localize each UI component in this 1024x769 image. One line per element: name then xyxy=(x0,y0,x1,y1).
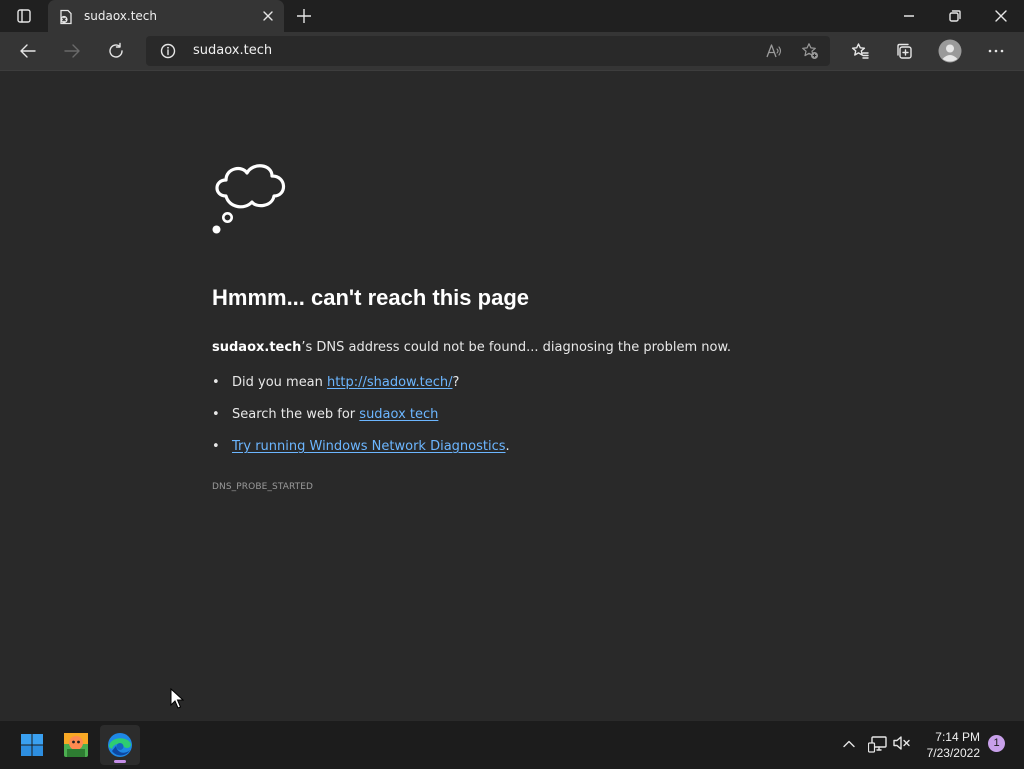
back-icon xyxy=(20,44,36,58)
clock-time: 7:14 PM xyxy=(935,730,980,744)
error-summary-text: ’s DNS address could not be found... dia… xyxy=(301,340,732,355)
start-button[interactable] xyxy=(12,725,52,765)
close-icon xyxy=(995,10,1007,22)
profile-icon xyxy=(938,39,962,63)
profile-button[interactable] xyxy=(936,37,964,65)
suggestion-item: Try running Windows Network Diagnostics. xyxy=(212,438,510,470)
network-button[interactable] xyxy=(868,735,888,753)
tab-actions-button[interactable] xyxy=(10,6,38,26)
did-you-mean-link[interactable]: http://shadow.tech/ xyxy=(327,375,452,390)
edge-icon xyxy=(108,733,132,757)
back-button[interactable] xyxy=(16,39,40,63)
taskbar-app[interactable] xyxy=(56,725,96,765)
suggestion-list: Did you mean http://shadow.tech/? Search… xyxy=(212,374,510,470)
chevron-up-icon xyxy=(843,740,855,748)
tab-actions-icon xyxy=(17,9,31,23)
browser-toolbar: sudaox.tech xyxy=(0,32,1024,71)
error-page: Hmmm... can't reach this page sudaox.tec… xyxy=(212,160,852,492)
error-host: sudaox.tech xyxy=(212,340,302,355)
suggestion-suffix: . xyxy=(505,439,510,454)
mouse-cursor-icon xyxy=(170,688,184,709)
info-icon[interactable] xyxy=(160,43,176,59)
restore-button[interactable] xyxy=(932,0,978,32)
taskbar: 7:14 PM 7/23/2022 1 xyxy=(0,720,1024,769)
address-bar[interactable]: sudaox.tech xyxy=(146,36,830,66)
suggestion-item: Did you mean http://shadow.tech/? xyxy=(212,374,510,406)
app-icon xyxy=(64,733,88,757)
tab-title: sudaox.tech xyxy=(84,9,158,23)
suggestion-suffix: ? xyxy=(452,375,460,390)
minimize-button[interactable] xyxy=(886,0,932,32)
minimize-icon xyxy=(904,15,914,17)
error-code: DNS_PROBE_STARTED xyxy=(212,482,314,492)
clock-date: 7/23/2022 xyxy=(926,746,980,760)
suggestion-item: Search the web for sudaox tech xyxy=(212,406,510,438)
suggestion-text: Did you mean xyxy=(232,375,328,390)
add-favorite-icon xyxy=(802,43,818,59)
show-hidden-icons-button[interactable] xyxy=(842,737,856,751)
read-aloud-button[interactable] xyxy=(762,39,786,63)
running-indicator xyxy=(114,760,126,763)
url-text[interactable]: sudaox.tech xyxy=(193,43,272,58)
collections-button[interactable] xyxy=(892,39,916,63)
notification-badge[interactable]: 1 xyxy=(988,735,1005,752)
forward-button[interactable] xyxy=(60,39,84,63)
error-page-icon xyxy=(60,9,72,25)
restore-icon xyxy=(949,10,961,22)
search-web-link[interactable]: sudaox tech xyxy=(359,407,438,422)
collections-icon xyxy=(897,43,912,59)
close-window-button[interactable] xyxy=(978,0,1024,32)
plus-icon xyxy=(297,9,311,23)
volume-button[interactable] xyxy=(893,735,911,751)
thought-bubble-icon xyxy=(212,164,286,234)
favorites-icon xyxy=(851,43,869,59)
tab-close-button[interactable] xyxy=(260,8,276,24)
favorites-button[interactable] xyxy=(848,39,872,63)
error-summary: sudaox.tech’s DNS address could not be f… xyxy=(212,340,731,355)
refresh-icon xyxy=(109,42,123,58)
taskbar-edge[interactable] xyxy=(100,725,140,765)
network-diagnostics-link[interactable]: Try running Windows Network Diagnostics xyxy=(232,439,506,454)
new-tab-button[interactable] xyxy=(294,6,314,26)
start-icon xyxy=(21,734,43,756)
volume-muted-icon xyxy=(893,736,910,750)
error-heading: Hmmm... can't reach this page xyxy=(212,285,529,310)
close-icon xyxy=(263,11,273,21)
clock[interactable]: 7:14 PM 7/23/2022 xyxy=(918,729,980,761)
add-favorite-button[interactable] xyxy=(798,39,822,63)
refresh-button[interactable] xyxy=(104,39,128,63)
browser-tab[interactable]: sudaox.tech xyxy=(48,0,284,32)
network-icon xyxy=(868,736,887,753)
forward-icon xyxy=(64,44,80,58)
title-bar: sudaox.tech xyxy=(0,0,1024,32)
read-aloud-icon xyxy=(766,44,782,58)
suggestion-text: Search the web for xyxy=(232,407,360,422)
settings-menu-button[interactable] xyxy=(984,39,1008,63)
more-icon xyxy=(988,49,1004,53)
